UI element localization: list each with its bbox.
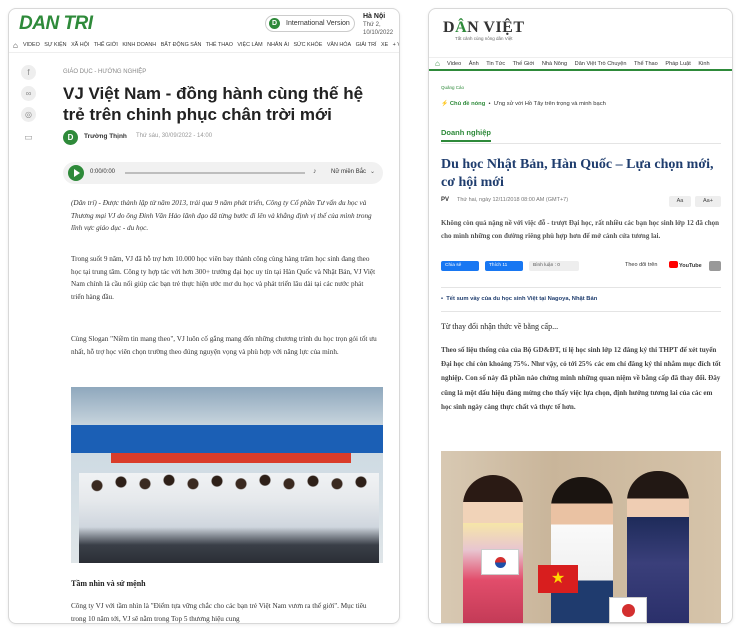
group-photo [71, 387, 383, 563]
nav-item[interactable]: SỨC KHỎE [293, 42, 322, 48]
comment-count-button[interactable]: Bình luận : 0 [529, 261, 579, 271]
article-paragraph: Theo số liệu thống của của Bộ GD&ĐT, tỉ … [441, 346, 721, 411]
article-paragraph: Trong suốt 9 năm, VJ đã hỗ trợ hơn 10.00… [71, 255, 376, 301]
article-meta: PV Thứ hai, ngày 12/11/2018 08:00 AM (GM… [441, 196, 723, 208]
chevron-down-icon[interactable]: ⌄ [370, 168, 375, 175]
youtube-icon [669, 261, 678, 268]
dantri-d-icon: D [269, 18, 280, 29]
article-lead: (Dân trí) - Được thành lập từ năm 2013, … [71, 199, 372, 232]
audio-time: 0:00/0:00 [90, 169, 116, 175]
follow-label: Theo dõi trên [625, 262, 658, 268]
publish-time: Thứ sáu, 30/09/2022 - 14:00 [136, 133, 213, 139]
students-flags-photo: ★ [441, 451, 721, 623]
audio-player: 0:00/0:00 ♪ Nữ miền Bắc ⌄ [63, 162, 383, 184]
flash-icon: ⚡ [441, 101, 449, 107]
home-icon[interactable]: ⌂ [13, 39, 18, 52]
vietnam-flag-icon: ★ [538, 565, 578, 593]
publish-time: Thứ hai, ngày 12/11/2018 08:00 AM (GMT+7… [457, 197, 569, 203]
nav-item[interactable]: NHÂN ÁI [267, 42, 289, 48]
section-heading: Tầm nhìn và sứ mệnh [71, 579, 146, 588]
divider [441, 287, 721, 288]
avatar: D [63, 130, 78, 145]
nav-item[interactable]: VĂN HÓA [327, 42, 351, 48]
nav-item[interactable]: Tin Tức [486, 61, 505, 67]
nav-item[interactable]: Ảnh [469, 61, 479, 67]
article-paragraph: Công ty VJ với tầm nhìn là "Điểm tựa vữn… [71, 602, 367, 623]
danviet-nav-bar: ⌂ Video Ảnh Tin Tức Thế Giới Nhà Nông Dâ… [429, 57, 732, 71]
nav-item[interactable]: THẾ GIỚI [94, 42, 118, 48]
mail-icon[interactable] [709, 261, 721, 271]
home-icon[interactable]: ⌂ [435, 58, 440, 69]
font-larger-button[interactable]: Aa+ [695, 196, 721, 207]
nav-item[interactable]: Thế Giới [513, 61, 535, 67]
author-name[interactable]: Trường Thịnh [84, 133, 127, 140]
dantri-nav-bar: ⌂ VIDEO SỰ KIỆN XÃ HỘI THẾ GIỚI KINH DOA… [9, 39, 399, 53]
play-icon[interactable] [68, 165, 84, 181]
nav-item[interactable]: VIỆC LÀM [237, 42, 262, 48]
nav-item[interactable]: Dân Việt Trò Chuyện [575, 61, 627, 67]
font-smaller-button[interactable]: Aa [669, 196, 691, 207]
international-version-label: International Version [286, 20, 350, 27]
divider [441, 311, 721, 312]
nav-item[interactable]: BẤT ĐỘNG SẢN [161, 42, 202, 48]
nav-item[interactable]: Thể Thao [634, 61, 658, 67]
audio-progress-bar[interactable] [125, 172, 305, 174]
danviet-article-panel: DÂN VIỆT Tất cảnh cùng nông dân Việt ⌂ V… [428, 8, 733, 624]
ad-label: Quảng Cáo [441, 85, 465, 90]
voice-select[interactable]: Nữ miền Bắc [331, 169, 366, 175]
facebook-icon[interactable]: f [21, 65, 36, 80]
nav-item[interactable]: Video [447, 61, 461, 67]
header-date-text: Thứ 2, 10/10/2022 [363, 22, 394, 36]
article-title: VJ Việt Nam - đồng hành cùng thế hệ trẻ … [63, 84, 364, 124]
nav-item[interactable]: Pháp Luật [665, 61, 691, 67]
nav-item[interactable]: THỂ THAO [206, 42, 233, 48]
nav-item[interactable]: SỰ KIỆN [44, 42, 66, 48]
breadcrumb[interactable]: GIÁO DỤC - HƯỚNG NGHIỆP [63, 69, 146, 75]
dantri-header: DAN TRI D International Version Hà Nội T… [9, 9, 399, 37]
hot-topic[interactable]: ⚡ Chủ đề nóng • Ưng sử với Hồ Tây trên t… [441, 101, 606, 107]
social-bar: Chia sẻ Thích 11 Bình luận : 0 Theo dõi … [441, 261, 723, 273]
japan-flag-icon [609, 597, 647, 623]
nav-item[interactable]: XÃ HỘI [71, 42, 89, 48]
hot-topic-text: Ưng sử với Hồ Tây trên trọng và minh bạc… [493, 101, 606, 107]
header-date: Hà Nội Thứ 2, 10/10/2022 [363, 13, 399, 37]
dantri-logo[interactable]: DAN TRI [19, 13, 93, 35]
nav-item[interactable]: KINH DOANH [122, 42, 156, 48]
related-article-link[interactable]: • Tết sum vầy của du học sinh Việt tại N… [441, 296, 597, 302]
volume-icon[interactable]: ♪ [313, 168, 317, 175]
dantri-article-panel: DAN TRI D International Version Hà Nội T… [8, 8, 400, 624]
share-toolbar: f ∞ ◎ ▭ [21, 65, 37, 147]
article-lead: Không còn quá nặng nề với việc đỗ - trượ… [441, 219, 719, 240]
nav-item[interactable]: Kinh [698, 61, 709, 67]
hot-topic-label: Chủ đề nóng [449, 101, 486, 107]
youtube-link[interactable]: YouTube [669, 261, 703, 271]
share-icon[interactable]: ◎ [21, 107, 36, 122]
article-paragraph: Cùng Slogan "Niềm tin mang theo", VJ luô… [71, 335, 377, 356]
divider [441, 143, 721, 144]
link-icon[interactable]: ∞ [21, 86, 36, 101]
nav-item[interactable]: Nhà Nông [542, 61, 567, 67]
comment-icon[interactable]: ▭ [21, 132, 36, 147]
article-title: Du học Nhật Bản, Hàn Quốc – Lựa chọn mới… [441, 157, 714, 190]
danviet-logo[interactable]: DÂN VIỆT [443, 19, 525, 37]
section-heading: Từ thay đổi nhận thức về bằng cấp... [441, 322, 559, 331]
danviet-tagline: Tất cảnh cùng nông dân Việt [455, 36, 513, 41]
author-name[interactable]: PV [441, 197, 449, 203]
facebook-like-button[interactable]: Thích 11 [485, 261, 523, 271]
facebook-share-button[interactable]: Chia sẻ [441, 261, 479, 271]
international-version-button[interactable]: D International Version [265, 15, 355, 32]
nav-item[interactable]: VIDEO [23, 42, 40, 48]
section-tag[interactable]: Doanh nghiệp [441, 128, 491, 142]
nav-item[interactable]: GIẢI TRÍ [356, 42, 377, 48]
author-line: D Trường Thịnh Thứ sáu, 30/09/2022 - 14:… [63, 130, 363, 146]
korea-flag-icon [481, 549, 519, 575]
nav-item[interactable]: XE [381, 42, 388, 48]
header-city: Hà Nội [363, 13, 386, 20]
nav-item[interactable]: + V [393, 42, 399, 48]
